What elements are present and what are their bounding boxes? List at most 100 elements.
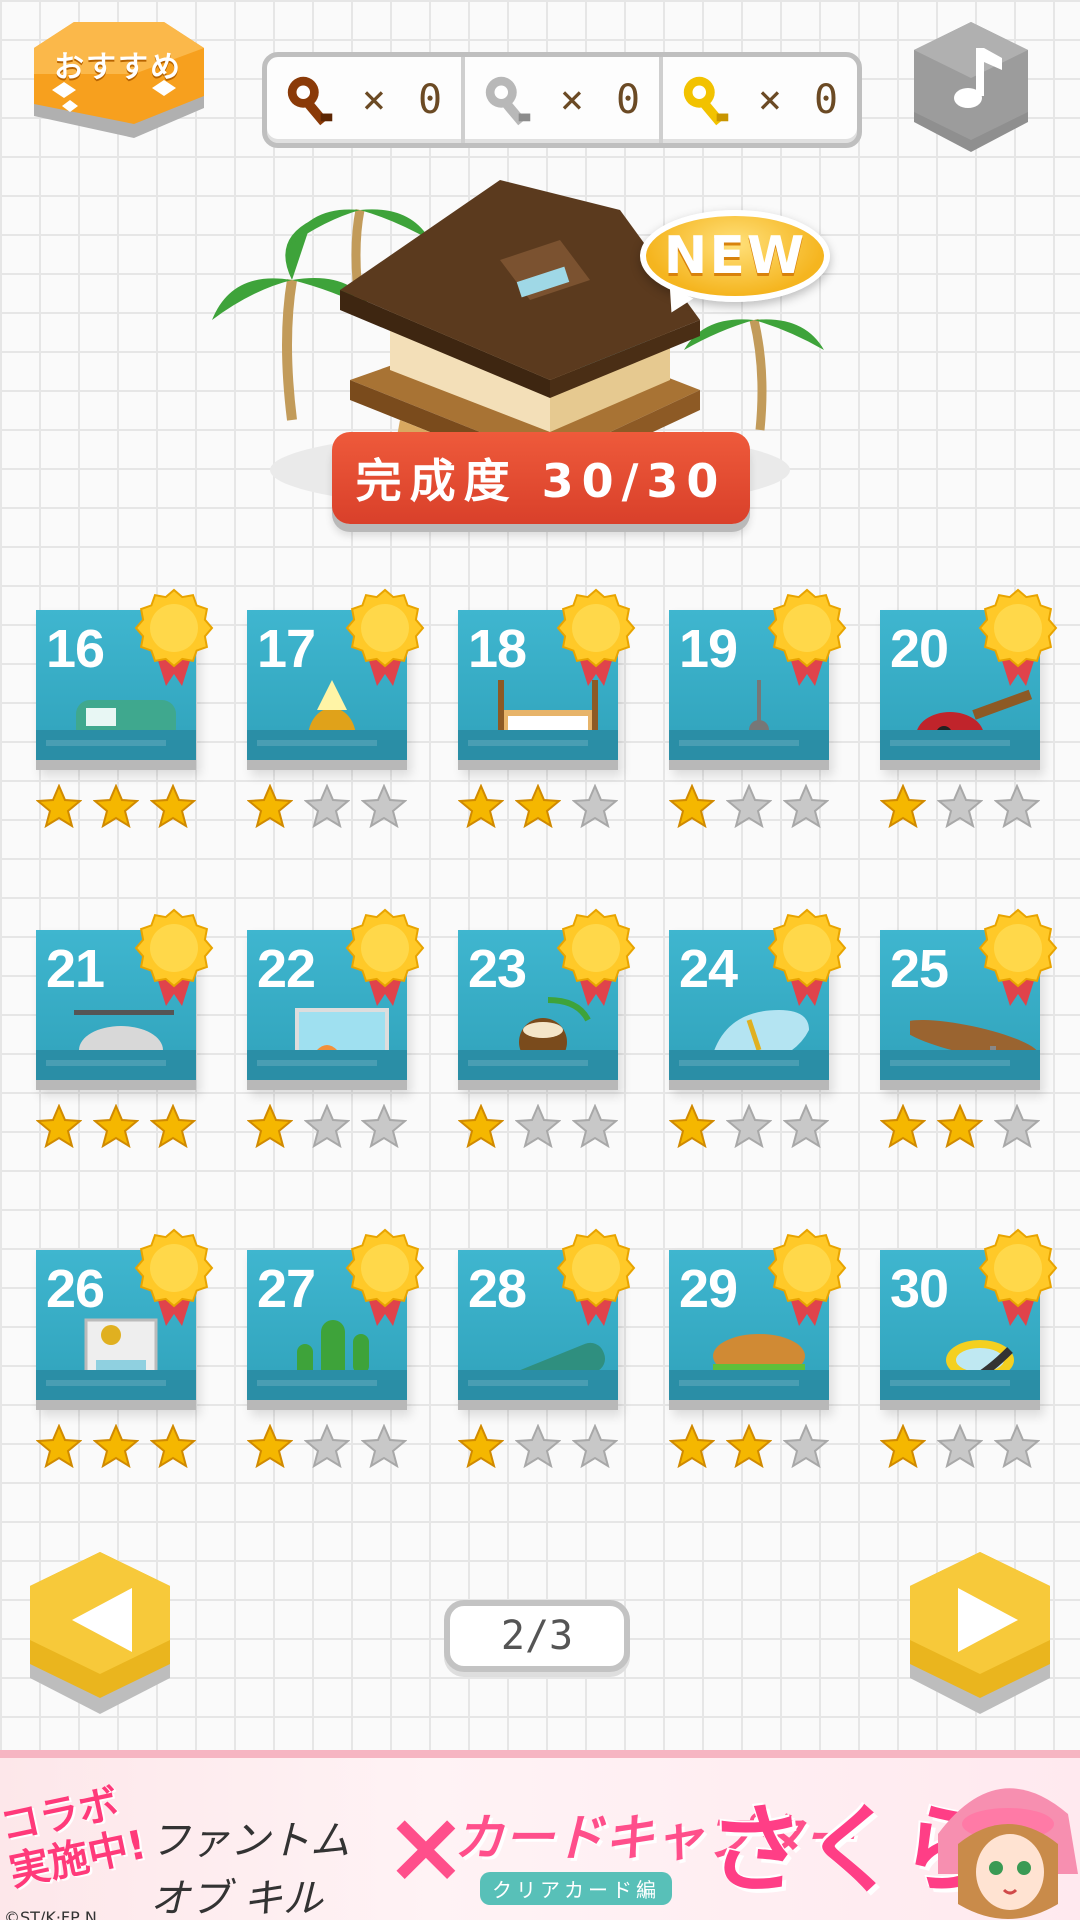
level-number: 24	[679, 939, 738, 999]
level-21-button[interactable]: 21	[36, 908, 214, 1148]
level-number: 30	[890, 1259, 949, 1319]
level-19-button[interactable]: 19	[669, 588, 847, 828]
level-number: 22	[257, 939, 316, 999]
level-number: 19	[679, 619, 738, 679]
star-rating	[669, 1104, 829, 1148]
level-23-button[interactable]: 23	[458, 908, 636, 1148]
gold-medal-icon	[345, 588, 425, 686]
gold-medal-icon	[134, 908, 214, 1006]
tile-base	[247, 1370, 407, 1400]
tile-base	[458, 730, 618, 760]
tile-base	[880, 1050, 1040, 1080]
bronze-key-count: × 0	[361, 77, 447, 123]
key-counter-silver: × 0	[465, 57, 663, 143]
level-number: 16	[46, 619, 105, 679]
star-empty-icon	[361, 784, 407, 828]
tile-base	[458, 1370, 618, 1400]
ad-copyright: ©ST/K·FP N	[4, 1908, 97, 1920]
level-27-button[interactable]: 27	[247, 1228, 425, 1468]
star-filled-icon	[93, 1104, 139, 1148]
gold-medal-icon	[767, 588, 847, 686]
gold-medal-icon	[345, 908, 425, 1006]
star-filled-icon	[458, 1104, 504, 1148]
star-empty-icon	[361, 1104, 407, 1148]
level-25-button[interactable]: 25	[880, 908, 1058, 1148]
star-rating	[458, 1104, 618, 1148]
level-grid: 16 17 18 19 20 21 22 23 24 25 26 27 28 29 30	[36, 588, 1058, 1468]
recommend-label: おすすめ	[54, 50, 182, 85]
star-filled-icon	[36, 1104, 82, 1148]
star-filled-icon	[247, 1104, 293, 1148]
level-number: 20	[890, 619, 949, 679]
gold-medal-icon	[134, 1228, 214, 1326]
star-rating	[669, 1424, 829, 1468]
tile-base	[880, 1370, 1040, 1400]
level-number: 17	[257, 619, 316, 679]
gold-key-count: × 0	[757, 77, 843, 123]
level-18-button[interactable]: 18	[458, 588, 636, 828]
star-empty-icon	[572, 1424, 618, 1468]
star-rating	[36, 784, 196, 828]
gold-key-icon	[683, 76, 729, 126]
level-16-button[interactable]: 16	[36, 588, 214, 828]
star-rating	[880, 784, 1040, 828]
level-24-button[interactable]: 24	[669, 908, 847, 1148]
gold-medal-icon	[767, 908, 847, 1006]
recommend-button[interactable]: おすすめ	[14, 18, 224, 148]
ad-banner[interactable]: コラボ実施中! ファントム オブ キル × カードキャプター クリアカード編 さ…	[0, 1750, 1080, 1920]
ad-collab-label: コラボ実施中!	[0, 1780, 151, 1896]
star-rating	[458, 784, 618, 828]
level-30-button[interactable]: 30	[880, 1228, 1058, 1468]
silver-key-icon	[485, 76, 531, 126]
star-filled-icon	[669, 784, 715, 828]
star-rating	[247, 784, 407, 828]
tile-base	[669, 1050, 829, 1080]
level-17-button[interactable]: 17	[247, 588, 425, 828]
star-rating	[247, 1424, 407, 1468]
level-number: 29	[679, 1259, 738, 1319]
ad-game-title: ファントム オブ キル	[150, 1818, 350, 1920]
level-22-button[interactable]: 22	[247, 908, 425, 1148]
silver-key-count: × 0	[559, 77, 645, 123]
previous-page-button[interactable]	[20, 1548, 180, 1728]
level-number: 28	[468, 1259, 527, 1319]
star-empty-icon	[994, 1424, 1040, 1468]
star-empty-icon	[994, 1104, 1040, 1148]
star-rating	[36, 1104, 196, 1148]
star-filled-icon	[669, 1424, 715, 1468]
star-empty-icon	[304, 784, 350, 828]
level-29-button[interactable]: 29	[669, 1228, 847, 1468]
star-empty-icon	[515, 1104, 561, 1148]
star-filled-icon	[150, 1424, 196, 1468]
tile-base	[36, 1050, 196, 1080]
star-filled-icon	[880, 1104, 926, 1148]
level-number: 18	[468, 619, 527, 679]
gold-medal-icon	[556, 1228, 636, 1326]
next-page-button[interactable]	[900, 1548, 1060, 1728]
star-empty-icon	[304, 1424, 350, 1468]
level-28-button[interactable]: 28	[458, 1228, 636, 1468]
star-filled-icon	[150, 784, 196, 828]
key-counter-bronze: × 0	[267, 57, 465, 143]
gold-medal-icon	[978, 908, 1058, 1006]
tile-base	[458, 1050, 618, 1080]
music-button[interactable]	[906, 18, 1036, 163]
star-empty-icon	[572, 784, 618, 828]
page-indicator: 2/3	[444, 1600, 630, 1672]
gold-medal-icon	[134, 588, 214, 686]
key-counter-bar: × 0 × 0 × 0	[262, 52, 862, 148]
gold-medal-icon	[556, 908, 636, 1006]
tile-base	[669, 1370, 829, 1400]
star-empty-icon	[361, 1424, 407, 1468]
level-number: 26	[46, 1259, 105, 1319]
star-filled-icon	[247, 1424, 293, 1468]
level-20-button[interactable]: 20	[880, 588, 1058, 828]
level-26-button[interactable]: 26	[36, 1228, 214, 1468]
star-empty-icon	[572, 1104, 618, 1148]
tile-base	[880, 730, 1040, 760]
star-rating	[880, 1104, 1040, 1148]
star-empty-icon	[937, 784, 983, 828]
gold-medal-icon	[978, 1228, 1058, 1326]
star-filled-icon	[150, 1104, 196, 1148]
gold-medal-icon	[345, 1228, 425, 1326]
